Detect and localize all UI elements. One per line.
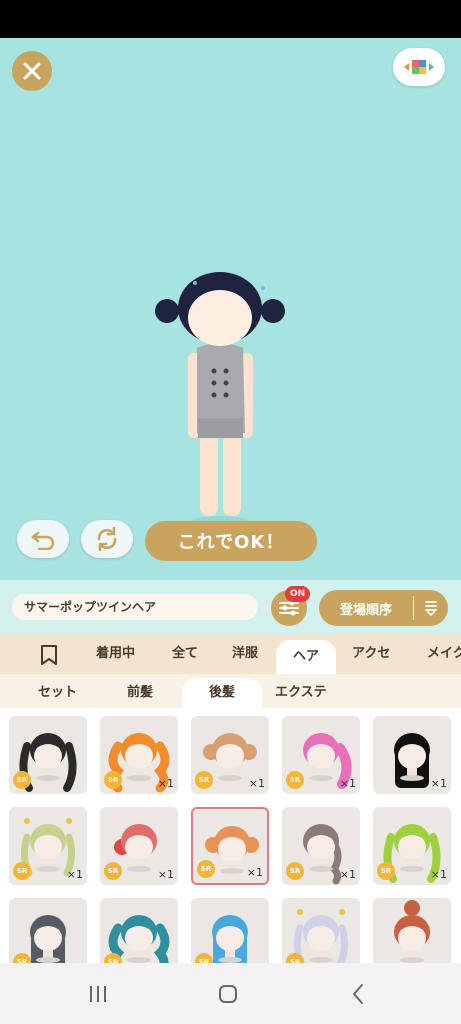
rarity-badge: SR	[377, 862, 395, 880]
back-icon	[353, 984, 363, 1004]
bookmark-tab[interactable]	[38, 643, 60, 665]
item-name-field[interactable]: サマーポップツインヘア	[12, 594, 258, 620]
subtab-back-hair[interactable]: 後髪	[182, 678, 262, 708]
hair-item-card[interactable]: SR	[9, 716, 87, 794]
subtab-set[interactable]: セット	[38, 678, 77, 708]
item-count: ×1	[246, 866, 263, 879]
item-count: ×1	[157, 777, 174, 790]
tab-makeup[interactable]: メイク	[427, 634, 461, 674]
rarity-badge: SR	[286, 771, 304, 789]
rarity-badge: SR	[104, 862, 122, 880]
tab-accessories[interactable]: アクセ	[352, 634, 390, 674]
refresh-button[interactable]	[81, 520, 133, 558]
refresh-icon	[97, 526, 117, 552]
status-bar	[0, 0, 461, 38]
hair-item-card[interactable]: SR	[100, 898, 178, 963]
item-count: ×1	[339, 777, 356, 790]
rarity-badge: SR	[197, 860, 215, 878]
sort-order-button[interactable]: 登場順序	[319, 590, 448, 626]
filter-on-badge: ON	[285, 586, 311, 602]
hair-item-card[interactable]: SR ×1	[373, 807, 451, 885]
rarity-badge: SR	[13, 771, 31, 789]
hair-item-card[interactable]: ×1	[373, 716, 451, 794]
sort-icon	[414, 599, 448, 617]
confirm-ok-button[interactable]: これでOK！	[145, 521, 317, 561]
hair-item-card[interactable]: SR ×1	[282, 716, 360, 794]
category-tabs: 着用中 全て 洋服 ヘア アクセ メイク	[0, 634, 461, 674]
rarity-badge: SR	[104, 771, 122, 789]
hair-item-card[interactable]: SR ×1	[191, 716, 269, 794]
bookmark-icon	[41, 645, 57, 665]
rarity-badge: SR	[286, 862, 304, 880]
item-count: ×1	[430, 868, 447, 881]
hair-item-card[interactable]: SR ×1	[282, 807, 360, 885]
avatar-figure	[155, 272, 285, 526]
item-search-row: サマーポップツインヘア ON 登場順序	[0, 580, 461, 634]
undo-icon	[31, 531, 55, 550]
hair-item-card[interactable]: SR ×1	[100, 807, 178, 885]
system-nav-bar	[0, 963, 461, 1024]
item-count: ×1	[157, 868, 174, 881]
layout-toggle-button[interactable]	[393, 48, 445, 86]
tab-all[interactable]: 全て	[172, 634, 198, 674]
undo-button[interactable]	[17, 520, 69, 558]
home-icon	[219, 985, 237, 1003]
recent-apps-icon	[90, 986, 106, 1002]
home-button[interactable]	[208, 981, 248, 1007]
hair-subcategory-tabs: セット 前髪 後髪 エクステ	[0, 674, 461, 708]
close-icon	[23, 62, 41, 80]
item-count: ×1	[430, 777, 447, 790]
hair-item-card[interactable]: SR ×1	[9, 807, 87, 885]
item-count: ×1	[66, 868, 83, 881]
layout-icon	[404, 60, 434, 74]
hair-item-grid: SR SR ×1 SR ×1 SR ×1 ×1 SR ×1 SR ×1 SR ×…	[0, 708, 461, 963]
preview-stage: これでOK！	[0, 38, 461, 580]
hair-thumbnail	[394, 900, 430, 963]
sort-separator	[413, 596, 414, 620]
subtab-bangs[interactable]: 前髪	[127, 678, 153, 708]
hair-item-card[interactable]: SR	[191, 898, 269, 963]
tab-wearing[interactable]: 着用中	[96, 634, 135, 674]
rarity-badge: SR	[195, 771, 213, 789]
hair-item-card[interactable]: SR	[282, 898, 360, 963]
subtab-extensions[interactable]: エクステ	[275, 678, 327, 708]
hair-item-card[interactable]: SR ×1	[191, 807, 269, 885]
item-count: ×1	[339, 868, 356, 881]
tab-hair[interactable]: ヘア	[276, 640, 336, 674]
back-button[interactable]	[338, 981, 378, 1007]
hair-item-card[interactable]: SR ×1	[100, 716, 178, 794]
rarity-badge: SR	[13, 862, 31, 880]
hair-item-card[interactable]: SR	[9, 898, 87, 963]
tab-clothes[interactable]: 洋服	[232, 634, 258, 674]
close-button[interactable]	[12, 51, 52, 91]
hair-item-card[interactable]	[373, 898, 451, 963]
recent-apps-button[interactable]	[78, 981, 118, 1007]
sort-order-label: 登場順序	[339, 602, 392, 618]
item-count: ×1	[248, 777, 265, 790]
